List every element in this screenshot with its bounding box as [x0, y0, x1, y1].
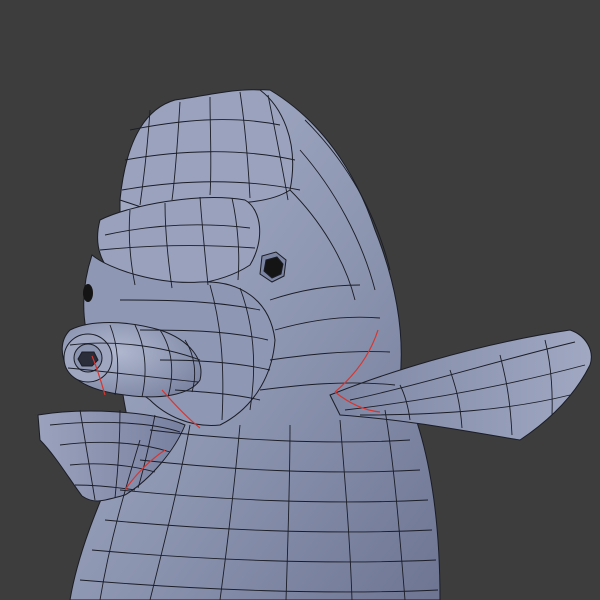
viewport-canvas[interactable]	[0, 0, 600, 600]
left-eye	[83, 284, 93, 302]
3d-viewport[interactable]	[0, 0, 600, 600]
